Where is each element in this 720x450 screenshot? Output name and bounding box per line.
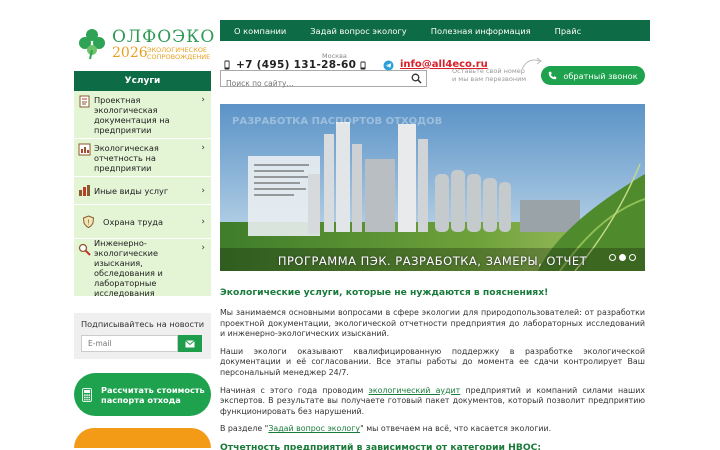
sidebar-item-label: Проектная экологическая документация на … bbox=[94, 94, 170, 135]
sidebar-item-other-services[interactable]: Иные виды услуг › bbox=[74, 177, 211, 205]
nav-item-price[interactable]: Прайс bbox=[555, 26, 582, 36]
search-input[interactable] bbox=[221, 76, 406, 91]
chevron-right-icon: › bbox=[201, 217, 205, 227]
logo-name: ОЛФОЭКО bbox=[112, 27, 216, 47]
calc-button-label: Рассчитать стоимость паспорта отхода bbox=[101, 384, 205, 405]
clover-icon bbox=[79, 29, 105, 60]
slider-dot-1[interactable] bbox=[609, 254, 616, 261]
left-column: ОЛФОЭКО 2026 экологическое сопровождение… bbox=[74, 20, 214, 448]
sidebar-item-label: Экологическая отчетность на предприятии bbox=[94, 142, 159, 173]
phone-icon bbox=[224, 60, 230, 70]
nav-item-useful-info[interactable]: Полезная информация bbox=[431, 26, 531, 36]
subscribe-box: Подписывайтесь на новости bbox=[74, 313, 211, 359]
services-heading: Услуги bbox=[74, 71, 211, 91]
support-paragraph: Наши экологи оказывают квалифицированную… bbox=[220, 346, 645, 377]
orange-promo-button[interactable] bbox=[74, 428, 211, 448]
callback-button[interactable]: обратный звонок bbox=[541, 66, 645, 85]
envelope-icon bbox=[185, 339, 195, 347]
sidebar-item-surveys[interactable]: Инженерно-экологические изыскания, обсле… bbox=[74, 237, 211, 298]
page-title: Экологические услуги, которые не нуждают… bbox=[220, 287, 549, 298]
logo[interactable]: ОЛФОЭКО 2026 экологическое сопровождение bbox=[74, 20, 214, 68]
logo-year: 2026 bbox=[112, 45, 148, 61]
slider-dot-2[interactable] bbox=[619, 254, 626, 261]
logo-tagline: экологическое сопровождение bbox=[147, 46, 211, 61]
callback-hint-line: и мы вам перезвоним bbox=[452, 75, 527, 83]
subscribe-title: Подписывайтесь на новости bbox=[81, 319, 205, 329]
banner-faded-title: Разработка паспортов отходов bbox=[232, 116, 443, 127]
callback-hint: Оставьте свой номер и мы вам перезвоним bbox=[452, 67, 526, 83]
calculator-icon bbox=[82, 387, 92, 402]
factory-illustration bbox=[220, 104, 645, 271]
document-icon bbox=[79, 95, 90, 108]
search-icon[interactable] bbox=[411, 73, 422, 84]
calc-waste-passport-button[interactable]: Рассчитать стоимость паспорта отхода bbox=[74, 373, 211, 416]
eco-audit-link[interactable]: экологический аудит bbox=[368, 386, 460, 395]
nav-item-ask-ecologist[interactable]: Задай вопрос экологу bbox=[310, 26, 406, 36]
top-nav: О компании Задай вопрос экологу Полезная… bbox=[220, 20, 650, 41]
audit-paragraph: Начиная с этого года проводим экологичес… bbox=[220, 386, 645, 418]
phone-handset-icon bbox=[549, 71, 557, 80]
subscribe-button[interactable] bbox=[178, 335, 202, 352]
ask-text-after: " мы отвечаем на всё, что касается эколо… bbox=[360, 424, 552, 434]
search-box bbox=[220, 70, 427, 91]
svg-text:!: ! bbox=[87, 219, 90, 227]
chevron-right-icon: › bbox=[201, 143, 205, 153]
callback-hint-line: Оставьте свой номер bbox=[452, 67, 525, 75]
sidebar-item-labor-safety[interactable]: ! Охрана труда › bbox=[74, 205, 211, 239]
sidebar-item-project-docs[interactable]: Проектная экологическая документация на … bbox=[74, 91, 211, 139]
main-content: Экологические услуги, которые не нуждают… bbox=[220, 287, 645, 450]
report-icon bbox=[78, 143, 91, 156]
sidebar-item-label: Инженерно-экологические изыскания, обсле… bbox=[94, 237, 163, 298]
callback-label: обратный звонок bbox=[563, 70, 638, 81]
chevron-right-icon: › bbox=[201, 243, 205, 253]
slider-dot-3[interactable] bbox=[629, 254, 636, 261]
sidebar-item-label: Охрана труда bbox=[103, 216, 163, 227]
magnifier-icon bbox=[78, 243, 91, 256]
hero-banner[interactable]: Разработка паспортов отходов ПРОГРАММА П… bbox=[220, 104, 645, 271]
shield-icon: ! bbox=[82, 215, 95, 228]
audit-text-before: Начиная с этого года проводим bbox=[220, 385, 369, 395]
sidebar-item-reporting[interactable]: Экологическая отчетность на предприятии … bbox=[74, 139, 211, 177]
sidebar-item-label: Иные виды услуг bbox=[94, 185, 169, 196]
ask-text-before: В разделе " bbox=[220, 424, 269, 434]
section-subheading: Отчетность предприятий в зависимости от … bbox=[220, 441, 542, 450]
nav-item-about[interactable]: О компании bbox=[234, 26, 286, 36]
banner-caption: ПРОГРАММА ПЭК. РАЗРАБОТКА, ЗАМЕРЫ, ОТЧЕТ bbox=[277, 254, 588, 268]
mobile-icon bbox=[360, 61, 366, 70]
chevron-right-icon: › bbox=[201, 95, 205, 105]
ask-ecologist-link[interactable]: Задай вопрос экологу bbox=[268, 424, 360, 433]
chevron-right-icon: › bbox=[201, 186, 205, 196]
intro-paragraph: Мы занимаемся основными вопросами в сфер… bbox=[220, 308, 645, 339]
email-field[interactable] bbox=[81, 335, 178, 352]
services-icon bbox=[79, 185, 90, 196]
ask-paragraph: В разделе "Задай вопрос экологу" мы отве… bbox=[220, 424, 645, 435]
